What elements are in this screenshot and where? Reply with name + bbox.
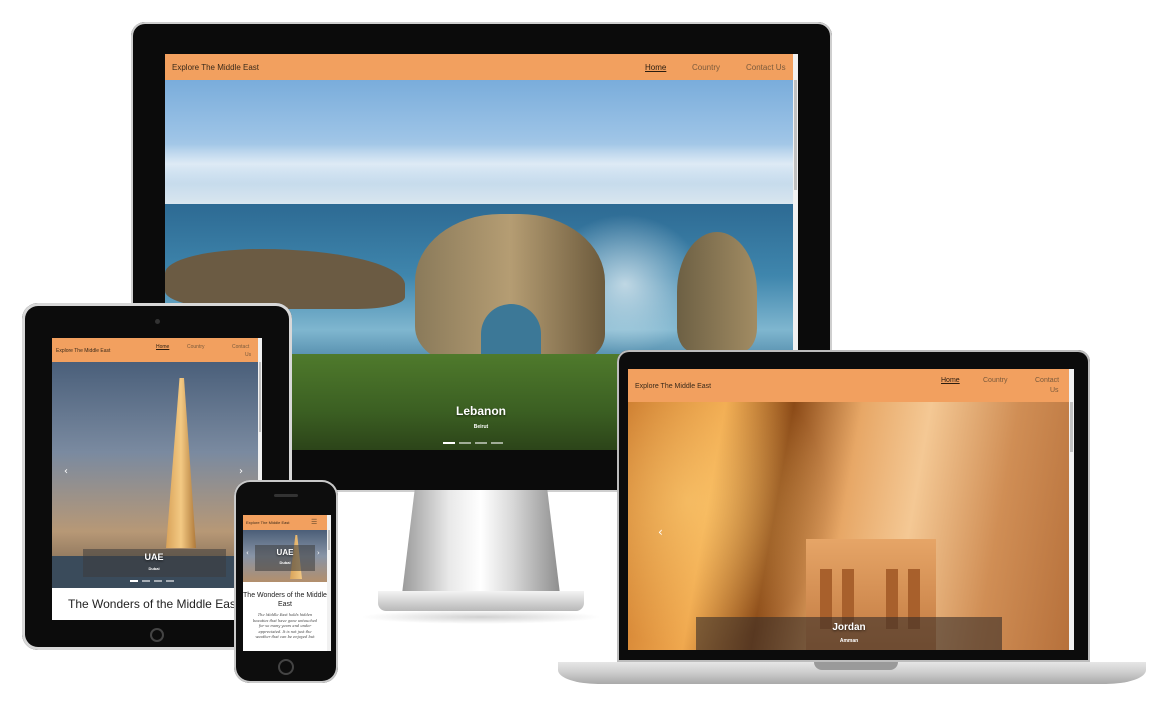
laptop-slide-title: Jordan — [832, 622, 866, 633]
tablet-brand[interactable]: Explore The Middle East — [56, 348, 110, 354]
desktop-scroll-thumb[interactable] — [794, 80, 797, 190]
desktop-nav-home[interactable]: Home — [645, 63, 666, 72]
laptop-brand[interactable]: Explore The Middle East — [635, 383, 711, 390]
tablet-slide-title: UAE — [144, 552, 164, 562]
phone-speaker — [274, 494, 298, 497]
tablet-navbar: Explore The Middle East Home Country Con… — [52, 338, 262, 362]
desktop-carousel-indicator[interactable] — [491, 442, 503, 444]
monitor-shadow — [360, 610, 602, 624]
tablet-nav-contact[interactable]: Contact — [232, 344, 249, 350]
tablet-carousel-indicator[interactable] — [154, 580, 162, 582]
tablet-heading: The Wonders of the Middle East — [68, 597, 240, 611]
laptop-navbar: Explore The Middle East Home Country Con… — [628, 369, 1074, 402]
pigeon-rock-small — [677, 232, 757, 352]
phone-body-text: The Middle East holds hidden beauties th… — [245, 613, 325, 641]
desktop-clouds — [165, 144, 798, 184]
tablet-nav-country[interactable]: Country — [187, 344, 205, 350]
tablet-prev-icon[interactable]: ‹ — [64, 466, 68, 477]
hamburger-menu-icon[interactable]: ☰ — [311, 518, 317, 526]
monitor-stand-neck — [402, 490, 560, 594]
tablet-nav-home[interactable]: Home — [156, 344, 169, 350]
laptop-prev-icon[interactable]: ‹ — [658, 525, 663, 539]
tablet-screen: Explore The Middle East Home Country Con… — [52, 338, 262, 620]
tablet-slide-subtitle: Dubai — [148, 566, 160, 571]
phone-scrollbar[interactable] — [327, 515, 331, 651]
desktop-brand[interactable]: Explore The Middle East — [172, 63, 259, 72]
laptop-nav-country[interactable]: Country — [983, 377, 1008, 384]
phone-prev-icon[interactable]: ‹ — [246, 549, 249, 557]
desktop-slide-title: Lebanon — [456, 404, 506, 418]
laptop-scroll-thumb[interactable] — [1070, 402, 1073, 452]
phone-slide-subtitle: Dubai — [279, 560, 291, 565]
desktop-navbar: Explore The Middle East Home Country Con… — [165, 54, 798, 80]
desktop-nav-contact[interactable]: Contact Us — [746, 63, 786, 72]
laptop-nav-home[interactable]: Home — [941, 377, 960, 384]
phone-screen: Explore The Middle East ☰ UAE Dubai ‹ › … — [243, 515, 331, 651]
tablet-scroll-thumb[interactable] — [259, 362, 261, 432]
tablet-camera — [155, 319, 160, 324]
monitor-stand-base — [378, 591, 584, 611]
phone-heading: The Wonders of the Middle East — [243, 592, 327, 608]
desktop-carousel-indicator[interactable] — [443, 442, 455, 444]
laptop-nav-contact[interactable]: Contact — [1035, 377, 1059, 384]
phone-body-line: weather that can be enjoyed but — [255, 635, 315, 640]
desktop-nav-country[interactable]: Country — [692, 63, 720, 72]
tablet-carousel-indicator[interactable] — [142, 580, 150, 582]
laptop-trackpad-notch — [814, 662, 898, 670]
desktop-carousel-indicator[interactable] — [459, 442, 471, 444]
tablet-next-icon[interactable]: › — [239, 466, 243, 477]
phone-slide-title: UAE — [276, 548, 294, 557]
laptop-slide-subtitle: Amman — [839, 638, 859, 644]
laptop-scrollbar[interactable] — [1069, 369, 1074, 650]
phone-next-icon[interactable]: › — [317, 549, 320, 557]
phone-brand[interactable]: Explore The Middle East — [246, 520, 290, 525]
phone-scroll-thumb[interactable] — [328, 530, 330, 550]
phone-navbar: Explore The Middle East ☰ — [243, 515, 331, 530]
tablet-carousel-indicator[interactable] — [166, 580, 174, 582]
tablet-carousel-indicator[interactable] — [130, 580, 138, 582]
laptop-screen: Explore The Middle East Home Country Con… — [628, 369, 1074, 650]
phone-home-button — [278, 659, 294, 675]
desktop-slide-subtitle: Beirut — [473, 424, 489, 430]
tablet-nav-contact-us[interactable]: Us — [245, 352, 251, 358]
laptop-nav-contact-us[interactable]: Us — [1050, 387, 1059, 394]
tablet-home-button — [150, 628, 164, 642]
desktop-carousel-indicator[interactable] — [475, 442, 487, 444]
